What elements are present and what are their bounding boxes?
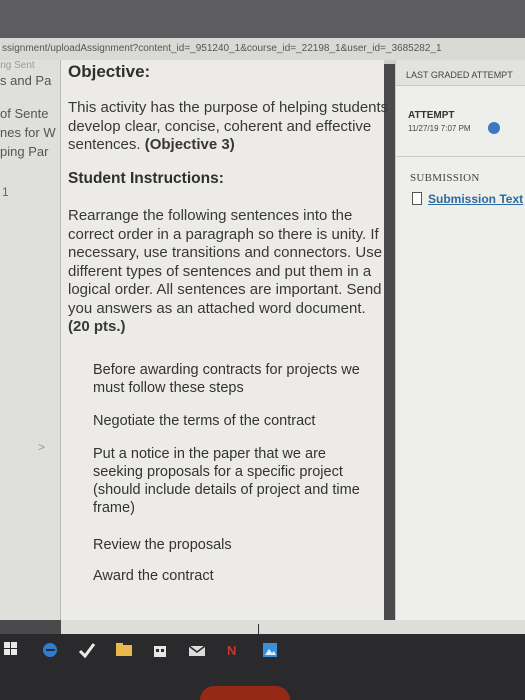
chevron-right-icon[interactable]: >	[38, 440, 45, 454]
submission-label: SUBMISSION	[410, 172, 480, 184]
submission-link-label: Submission Text	[428, 192, 524, 206]
checkmark-icon[interactable]	[78, 642, 96, 658]
content-bottom-edge	[61, 620, 525, 634]
objective-paragraph: This activity has the purpose of helping…	[68, 99, 393, 155]
start-icon[interactable]	[4, 642, 18, 656]
last-graded-attempt-header: LAST GRADED ATTEMPT	[396, 60, 525, 86]
menu-item-1[interactable]: s and Pa	[0, 73, 51, 88]
menu-item-4[interactable]: ping Par	[0, 144, 48, 159]
attempt-panel: LAST GRADED ATTEMPT	[395, 60, 525, 620]
divider	[396, 156, 525, 157]
attempt-date: 11/27/19 7:07 PM	[408, 124, 471, 133]
store-icon[interactable]	[152, 642, 168, 658]
document-icon	[412, 192, 422, 205]
menu-tab-fragment[interactable]: ing Sent	[0, 60, 35, 71]
sentence-item: Review the proposals	[93, 537, 232, 553]
menu-item-3[interactable]: nes for W	[0, 125, 56, 140]
photos-icon[interactable]	[262, 642, 278, 658]
menu-number-marker: 1	[2, 185, 9, 199]
onenote-icon[interactable]: N	[226, 642, 238, 658]
course-menu-panel: ing Sent s and Pa of Sente nes for W pin…	[0, 60, 61, 620]
address-bar[interactable]: ssignment/uploadAssignment?content_id=_9…	[0, 38, 525, 60]
edge-icon[interactable]	[42, 642, 58, 658]
attempt-label: ATTEMPT	[408, 110, 455, 121]
instructions-text: Rearrange the following sentences into t…	[68, 207, 383, 317]
instructions-paragraph: Rearrange the following sentences into t…	[68, 207, 386, 337]
attempt-status-icon[interactable]	[488, 122, 500, 134]
file-explorer-icon[interactable]	[115, 642, 133, 657]
background-object	[200, 686, 290, 700]
sentence-item: Before awarding contracts for projects w…	[93, 362, 360, 396]
monitor-top-frame	[0, 0, 525, 38]
objective-reference: (Objective 3)	[144, 136, 235, 153]
submission-text-link[interactable]: Submission Text	[412, 192, 523, 206]
menu-item-2[interactable]: of Sente	[0, 106, 48, 121]
sentence-item: Award the contract	[93, 568, 214, 584]
mail-icon[interactable]	[188, 642, 206, 658]
instructions-points: (20 pts.)	[68, 318, 126, 335]
sentence-item: Put a notice in the paper that we are se…	[93, 446, 360, 516]
objective-heading: Objective:	[68, 62, 151, 81]
instructions-heading: Student Instructions:	[68, 170, 224, 187]
svg-text:N: N	[227, 643, 236, 658]
sentence-item: Negotiate the terms of the contract	[93, 413, 316, 429]
